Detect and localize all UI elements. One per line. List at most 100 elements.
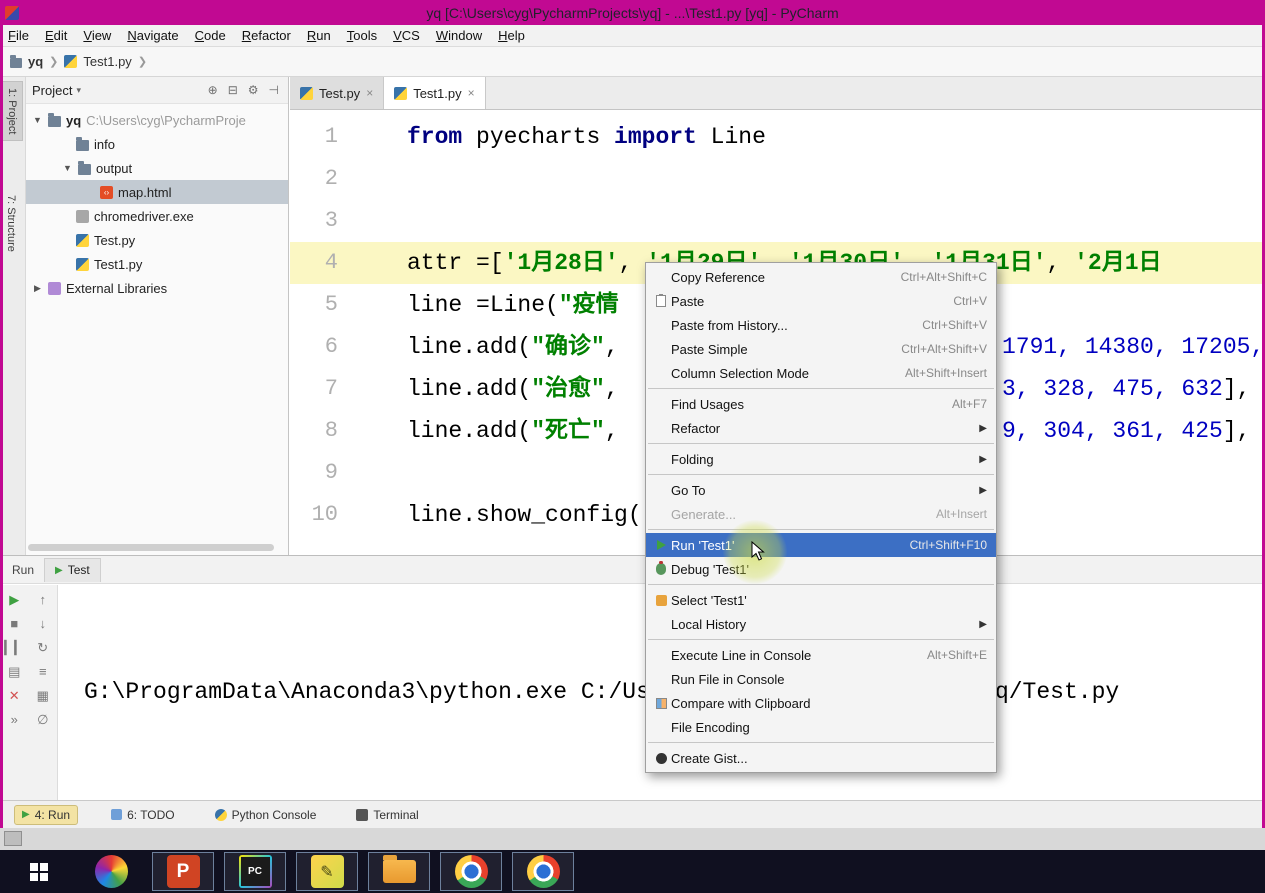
code-line[interactable]: 2	[290, 158, 1265, 200]
menu-item-paste-from-history[interactable]: Paste from History...Ctrl+Shift+V	[646, 313, 996, 337]
breadcrumb-file[interactable]: Test1.py	[83, 54, 131, 69]
folder-icon	[48, 116, 61, 127]
taskbar-chrome-button[interactable]	[440, 852, 502, 891]
locate-file-icon[interactable]: ⊕	[205, 83, 221, 97]
tree-item-test-py[interactable]: Test.py	[26, 228, 288, 252]
menu-item-run-test1[interactable]: Run 'Test1'Ctrl+Shift+F10	[646, 533, 996, 557]
menu-separator	[648, 639, 994, 640]
tool-button-project[interactable]: 1: Project	[1, 81, 23, 141]
tree-item-path: C:\Users\cyg\PycharmProje	[86, 113, 246, 128]
tab-test-py[interactable]: Test.py ×	[290, 77, 384, 109]
menu-window[interactable]: Window	[428, 25, 490, 46]
menu-item-select-test1[interactable]: Select 'Test1'	[646, 588, 996, 612]
menu-item-folding[interactable]: Folding▶	[646, 447, 996, 471]
collapse-all-icon[interactable]: ⊟	[225, 83, 241, 97]
taskbar-notes-button[interactable]: ✎	[296, 852, 358, 891]
breadcrumb-root[interactable]: yq	[28, 54, 43, 69]
project-panel-title[interactable]: Project	[32, 83, 72, 98]
menu-item-create-gist[interactable]: Create Gist...	[646, 746, 996, 770]
menu-item-local-history[interactable]: Local History▶	[646, 612, 996, 636]
restore-layout-icon[interactable]: ▤	[8, 665, 20, 678]
menu-item-refactor[interactable]: Refactor▶	[646, 416, 996, 440]
tree-item-map-html[interactable]: ‹› map.html	[26, 180, 288, 204]
menu-item-run-file-in-console[interactable]: Run File in Console	[646, 667, 996, 691]
clear-all-icon[interactable]: ∅	[37, 713, 48, 726]
menu-vcs[interactable]: VCS	[385, 25, 428, 46]
tree-item-external-libraries[interactable]: ▶ External Libraries	[26, 276, 288, 300]
chevron-right-icon: ❯	[138, 55, 147, 68]
soft-wrap-icon[interactable]: ≡	[39, 665, 47, 678]
pause-icon[interactable]: ▎▎	[4, 641, 24, 654]
restart-console-icon[interactable]: ↻	[37, 641, 48, 654]
window-title: yq [C:\Users\cyg\PycharmProjects\yq] - .…	[0, 5, 1265, 21]
code-line[interactable]: 3	[290, 200, 1265, 242]
down-stack-trace-icon[interactable]: ↓	[40, 617, 47, 630]
menu-item-paste[interactable]: PasteCtrl+V	[646, 289, 996, 313]
taskbar-chrome-button-2[interactable]	[512, 852, 574, 891]
menu-item-column-selection-mode[interactable]: Column Selection ModeAlt+Shift+Insert	[646, 361, 996, 385]
tree-item-root[interactable]: ▼ yq C:\Users\cyg\PycharmProje	[26, 108, 288, 132]
menu-navigate[interactable]: Navigate	[119, 25, 186, 46]
chevron-down-icon[interactable]: ▾	[76, 85, 81, 96]
menu-view[interactable]: View	[75, 25, 119, 46]
submenu-arrow-icon: ▶	[979, 454, 987, 465]
menu-run[interactable]: Run	[299, 25, 339, 46]
taskbar-pycharm-button[interactable]: PC	[224, 852, 286, 891]
html-file-icon: ‹›	[100, 186, 113, 199]
chevron-right-icon: ❯	[49, 55, 58, 68]
menu-item-copy-reference[interactable]: Copy ReferenceCtrl+Alt+Shift+C	[646, 265, 996, 289]
windows-logo-icon	[30, 863, 48, 881]
close-icon[interactable]: ✕	[9, 689, 20, 702]
stop-icon[interactable]: ■	[10, 617, 18, 630]
tree-item-chromedriver[interactable]: chromedriver.exe	[26, 204, 288, 228]
menu-item-go-to[interactable]: Go To▶	[646, 478, 996, 502]
menu-help[interactable]: Help	[490, 25, 533, 46]
taskbar: P PC ✎	[0, 850, 1265, 893]
horizontal-scrollbar[interactable]	[28, 544, 274, 551]
run-config-tab[interactable]: ▶ Test	[44, 558, 101, 582]
title-bar[interactable]: yq [C:\Users\cyg\PycharmProjects\yq] - .…	[0, 0, 1265, 25]
menu-item-paste-simple[interactable]: Paste SimpleCtrl+Alt+Shift+V	[646, 337, 996, 361]
tree-item-test1-py[interactable]: Test1.py	[26, 252, 288, 276]
toolbar-run-button[interactable]: ▶ 4: Run	[14, 805, 78, 825]
settings-gear-icon[interactable]: ⚙	[245, 83, 262, 97]
powerpoint-icon: P	[167, 855, 200, 888]
terminal-icon	[356, 809, 368, 821]
menu-item-debug-test1[interactable]: Debug 'Test1'	[646, 557, 996, 581]
menu-item-compare-with-clipboard[interactable]: Compare with Clipboard	[646, 691, 996, 715]
hide-panel-icon[interactable]: ⊣	[266, 83, 282, 97]
close-icon[interactable]: ×	[468, 86, 475, 100]
toolbar-todo-button[interactable]: 6: TODO	[104, 806, 182, 824]
print-icon[interactable]: ▦	[37, 689, 49, 702]
tree-item-output[interactable]: ▼ output	[26, 156, 288, 180]
tab-test1-py[interactable]: Test1.py ×	[384, 77, 485, 109]
menu-code[interactable]: Code	[187, 25, 234, 46]
start-button[interactable]	[8, 852, 70, 891]
menu-tools[interactable]: Tools	[339, 25, 385, 46]
desktop-shortcut-icon[interactable]	[4, 831, 22, 846]
up-stack-trace-icon[interactable]: ↑	[40, 593, 47, 606]
expand-arrow-icon[interactable]: ▼	[32, 115, 43, 125]
menu-edit[interactable]: Edit	[37, 25, 75, 46]
toolbar-terminal-button[interactable]: Terminal	[349, 806, 425, 824]
toolbar-python-console-button[interactable]: Python Console	[208, 806, 324, 824]
code-line[interactable]: 1 from pyecharts import Line	[290, 116, 1265, 158]
menu-file[interactable]: File	[0, 25, 37, 46]
taskbar-explorer-button[interactable]	[368, 852, 430, 891]
taskbar-browser-button[interactable]	[80, 852, 142, 891]
menu-item-find-usages[interactable]: Find UsagesAlt+F7	[646, 392, 996, 416]
more-options-icon[interactable]: »	[11, 713, 18, 726]
taskbar-powerpoint-button[interactable]: P	[152, 852, 214, 891]
rerun-icon[interactable]: ▶	[9, 593, 19, 606]
tree-item-info[interactable]: info	[26, 132, 288, 156]
menu-refactor[interactable]: Refactor	[234, 25, 299, 46]
paste-icon	[656, 295, 666, 307]
expand-arrow-icon[interactable]: ▶	[32, 283, 43, 294]
todo-icon	[111, 809, 122, 820]
expand-arrow-icon[interactable]: ▼	[62, 163, 73, 173]
menu-item-execute-line-in-console[interactable]: Execute Line in ConsoleAlt+Shift+E	[646, 643, 996, 667]
close-icon[interactable]: ×	[366, 86, 373, 100]
tool-button-structure[interactable]: 7: Structure	[1, 189, 21, 258]
project-panel: Project ▾ ⊕ ⊟ ⚙ ⊣ ▼ yq C:\Users\cyg\Pych…	[26, 77, 289, 555]
menu-item-file-encoding[interactable]: File Encoding	[646, 715, 996, 739]
